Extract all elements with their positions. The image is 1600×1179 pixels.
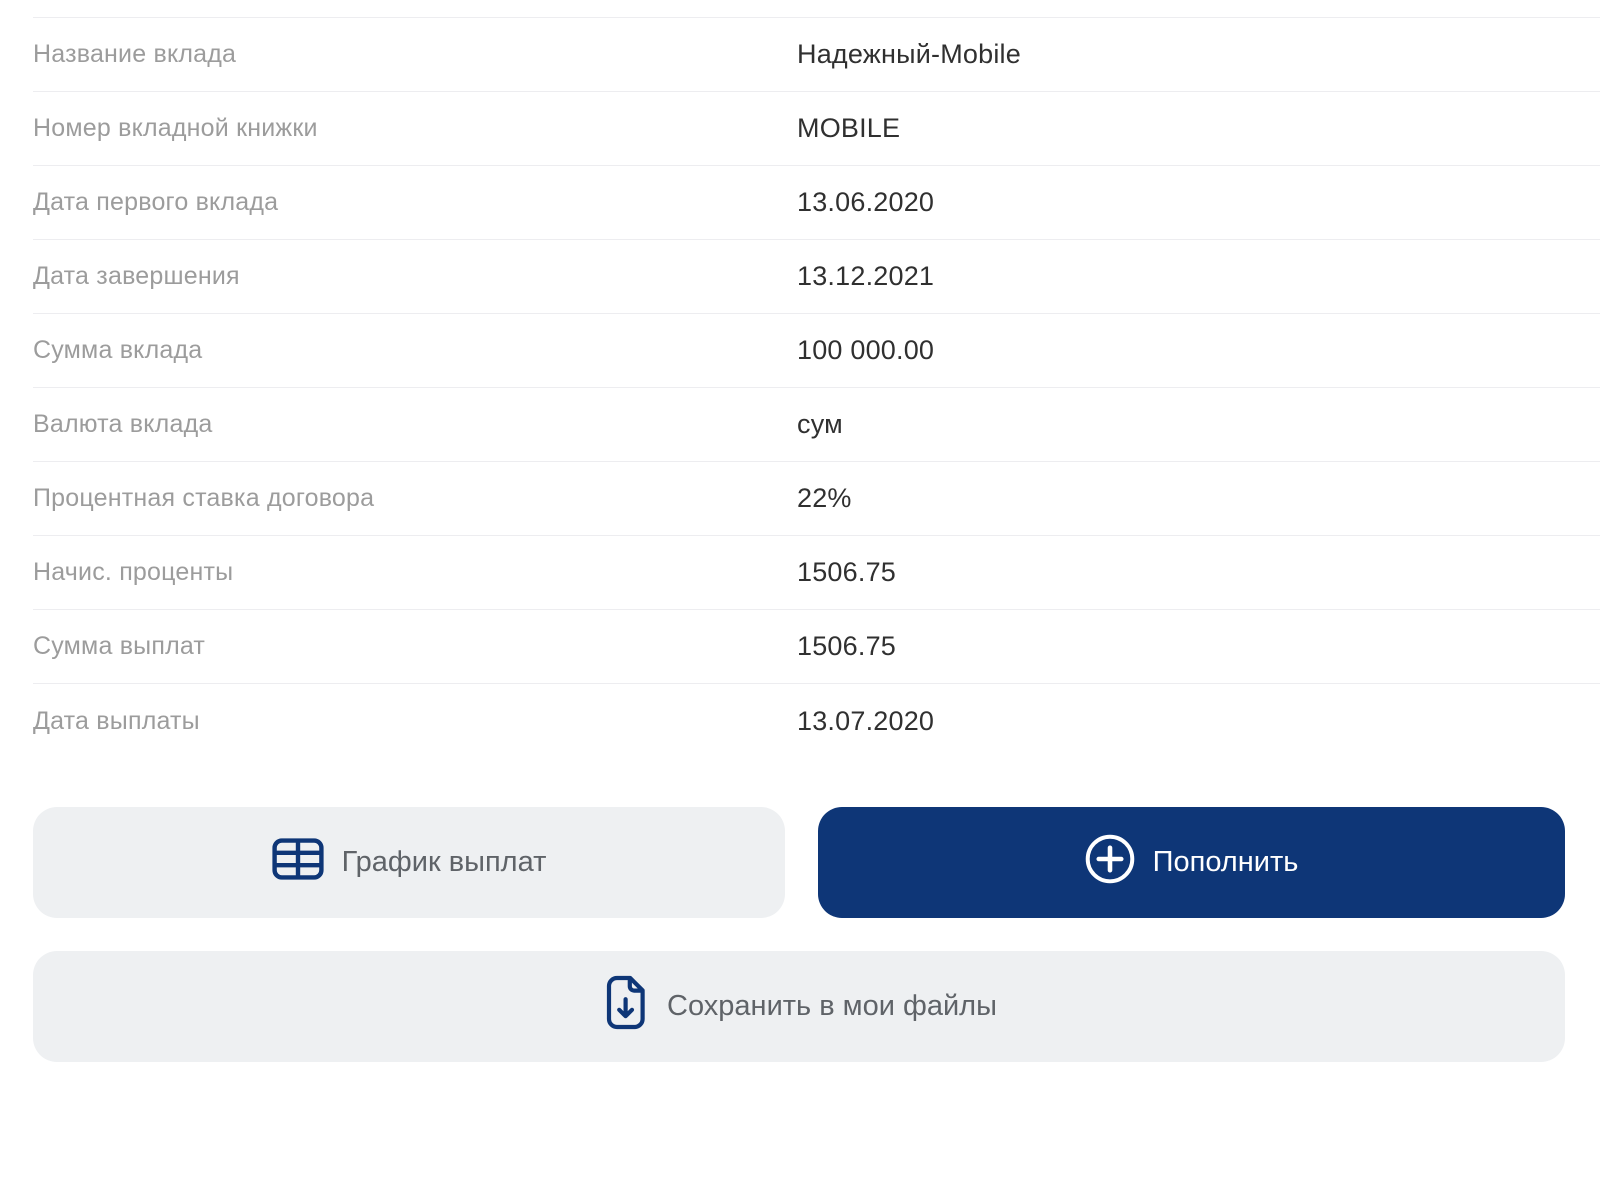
detail-value: MOBILE [797,113,900,144]
payment-schedule-label: График выплат [342,846,547,879]
detail-row-currency: Валюта вклада сум [33,388,1600,462]
detail-label: Сумма выплат [33,632,797,661]
detail-value: 1506.75 [797,557,896,588]
actions-row-secondary: Сохранить в мои файлы [33,951,1565,1062]
detail-row-payout-date: Дата выплаты 13.07.2020 [33,684,1600,758]
save-to-files-button[interactable]: Сохранить в мои файлы [33,951,1565,1062]
detail-label: Начис. проценты [33,558,797,587]
detail-label: Сумма вклада [33,336,797,365]
detail-row-deposit-amount: Сумма вклада 100 000.00 [33,314,1600,388]
detail-row-end-date: Дата завершения 13.12.2021 [33,240,1600,314]
table-icon [272,838,324,888]
detail-value: 1506.75 [797,631,896,662]
payment-schedule-button[interactable]: График выплат [33,807,785,918]
detail-label: Дата первого вклада [33,188,797,217]
detail-label: Номер вкладной книжки [33,114,797,143]
detail-value: 13.07.2020 [797,706,934,737]
detail-value: сум [797,409,843,440]
detail-row-interest-rate: Процентная ставка договора 22% [33,462,1600,536]
detail-row-passbook-number: Номер вкладной книжки MOBILE [33,92,1600,166]
detail-label: Название вклада [33,40,797,69]
detail-label: Дата завершения [33,262,797,291]
plus-circle-icon [1085,834,1135,892]
detail-value: Надежный-Mobile [797,39,1021,70]
detail-value: 13.12.2021 [797,261,934,292]
top-up-button[interactable]: Пополнить [818,807,1565,918]
detail-value: 13.06.2020 [797,187,934,218]
save-to-files-label: Сохранить в мои файлы [667,990,997,1023]
file-download-icon [601,974,649,1039]
detail-row-deposit-name: Название вклада Надежный-Mobile [33,18,1600,92]
detail-value: 100 000.00 [797,335,934,366]
detail-label: Процентная ставка договора [33,484,797,513]
detail-label: Дата выплаты [33,707,797,736]
deposit-details-list: Название вклада Надежный-Mobile Номер вк… [33,17,1600,758]
top-up-label: Пополнить [1153,846,1299,879]
detail-value: 22% [797,483,852,514]
detail-label: Валюта вклада [33,410,797,439]
actions-row-primary: График выплат Пополнить [33,807,1565,918]
detail-row-payout-amount: Сумма выплат 1506.75 [33,610,1600,684]
detail-row-first-deposit-date: Дата первого вклада 13.06.2020 [33,166,1600,240]
detail-row-accrued-interest: Начис. проценты 1506.75 [33,536,1600,610]
